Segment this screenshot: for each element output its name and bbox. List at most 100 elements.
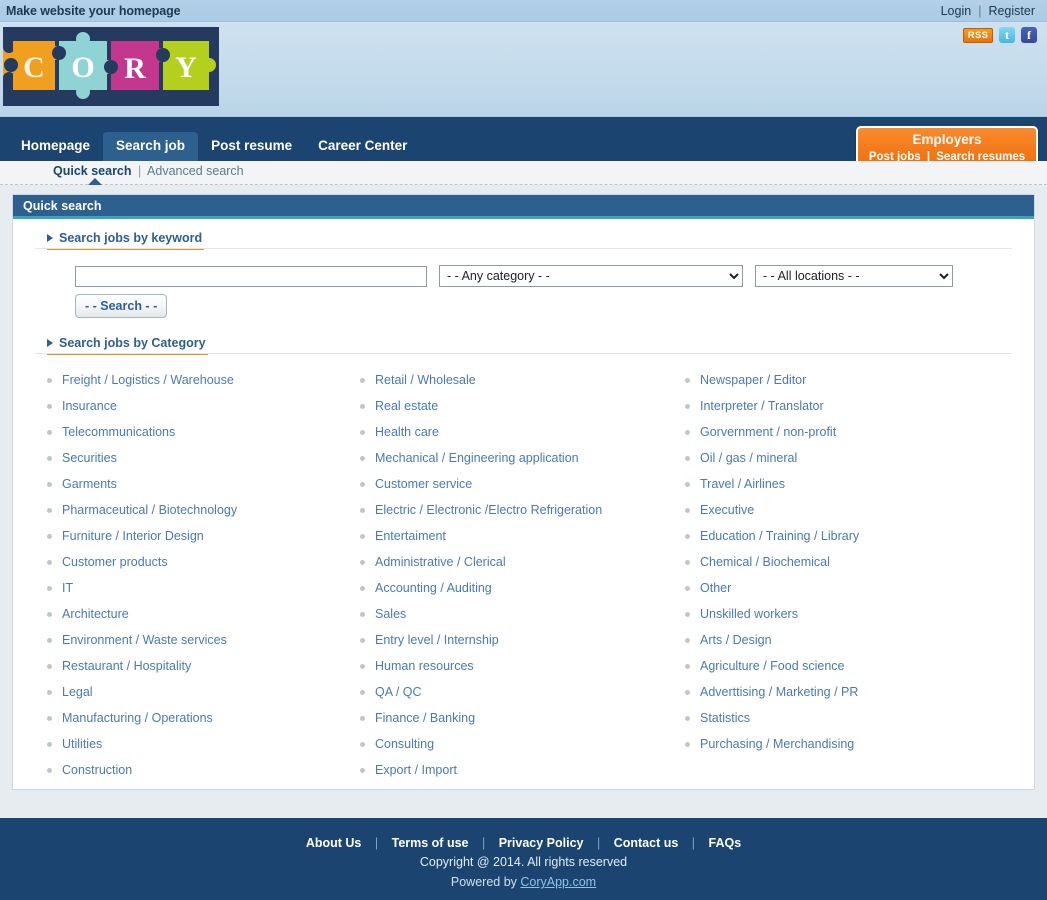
category-link[interactable]: Travel / Airlines — [700, 477, 785, 491]
make-homepage-text[interactable]: Make website your homepage — [6, 4, 181, 18]
category-link[interactable]: Freight / Logistics / Warehouse — [62, 373, 234, 387]
category-link[interactable]: Accounting / Auditing — [375, 581, 492, 595]
category-item[interactable]: Adverttising / Marketing / PR — [685, 679, 1010, 705]
category-item[interactable]: Education / Training / Library — [685, 523, 1010, 549]
twitter-icon[interactable]: t — [999, 27, 1015, 43]
category-item[interactable]: Unskilled workers — [685, 601, 1010, 627]
category-link[interactable]: Unskilled workers — [700, 607, 798, 621]
nav-item-homepage[interactable]: Homepage — [8, 132, 103, 161]
category-item[interactable]: Legal — [47, 679, 360, 705]
category-item[interactable]: Environment / Waste services — [47, 627, 360, 653]
category-link[interactable]: Export / Import — [375, 763, 457, 777]
category-item[interactable]: Customer service — [360, 471, 685, 497]
category-item[interactable]: Architecture — [47, 601, 360, 627]
category-item[interactable]: Entry level / Internship — [360, 627, 685, 653]
category-item[interactable]: Finance / Banking — [360, 705, 685, 731]
category-link[interactable]: Construction — [62, 763, 132, 777]
category-item[interactable]: Sales — [360, 601, 685, 627]
category-item[interactable]: Securities — [47, 445, 360, 471]
site-logo[interactable]: C O R Y — [3, 27, 219, 106]
category-item[interactable]: Executive — [685, 497, 1010, 523]
nav-item-search-job[interactable]: Search job — [103, 132, 198, 161]
category-item[interactable]: Furniture / Interior Design — [47, 523, 360, 549]
nav-item-career-center[interactable]: Career Center — [305, 132, 420, 161]
subnav-advanced-search[interactable]: Advanced search — [147, 164, 244, 178]
category-link[interactable]: Pharmaceutical / Biotechnology — [62, 503, 237, 517]
category-item[interactable]: Real estate — [360, 393, 685, 419]
category-link[interactable]: Real estate — [375, 399, 438, 413]
category-item[interactable]: Accounting / Auditing — [360, 575, 685, 601]
category-link[interactable]: Gorvernment / non-profit — [700, 425, 836, 439]
category-link[interactable]: Legal — [62, 685, 93, 699]
category-link[interactable]: Human resources — [375, 659, 474, 673]
category-item[interactable]: Statistics — [685, 705, 1010, 731]
category-item[interactable]: Oil / gas / mineral — [685, 445, 1010, 471]
category-link[interactable]: Environment / Waste services — [62, 633, 227, 647]
category-link[interactable]: Electric / Electronic /Electro Refrigera… — [375, 503, 602, 517]
category-item[interactable]: Electric / Electronic /Electro Refrigera… — [360, 497, 685, 523]
category-link[interactable]: Purchasing / Merchandising — [700, 737, 854, 751]
category-link[interactable]: Chemical / Biochemical — [700, 555, 830, 569]
location-select[interactable]: - - All locations - - — [755, 265, 953, 287]
category-select[interactable]: - - Any category - - — [439, 265, 743, 287]
footer-link-about-us[interactable]: About Us — [302, 836, 366, 850]
category-link[interactable]: Retail / Wholesale — [375, 373, 476, 387]
category-link[interactable]: Consulting — [375, 737, 434, 751]
category-link[interactable]: IT — [62, 581, 73, 595]
category-item[interactable]: IT — [47, 575, 360, 601]
category-item[interactable]: Travel / Airlines — [685, 471, 1010, 497]
category-item[interactable]: Restaurant / Hospitality — [47, 653, 360, 679]
nav-item-post-resume[interactable]: Post resume — [198, 132, 305, 161]
category-link[interactable]: Adverttising / Marketing / PR — [700, 685, 858, 699]
category-item[interactable]: Human resources — [360, 653, 685, 679]
powered-by-brand-link[interactable]: CoryApp.com — [520, 875, 596, 889]
footer-link-faqs[interactable]: FAQs — [705, 836, 746, 850]
category-item[interactable]: QA / QC — [360, 679, 685, 705]
footer-link-privacy-policy[interactable]: Privacy Policy — [495, 836, 588, 850]
category-item[interactable]: Garments — [47, 471, 360, 497]
category-item[interactable]: Manufacturing / Operations — [47, 705, 360, 731]
category-item[interactable]: Retail / Wholesale — [360, 367, 685, 393]
category-item[interactable]: Construction — [47, 757, 360, 783]
category-link[interactable]: Garments — [62, 477, 117, 491]
category-link[interactable]: Arts / Design — [700, 633, 772, 647]
category-item[interactable]: Health care — [360, 419, 685, 445]
category-link[interactable]: Furniture / Interior Design — [62, 529, 204, 543]
category-item[interactable]: Pharmaceutical / Biotechnology — [47, 497, 360, 523]
category-link[interactable]: Entry level / Internship — [375, 633, 499, 647]
category-item[interactable]: Customer products — [47, 549, 360, 575]
category-item[interactable]: Administrative / Clerical — [360, 549, 685, 575]
category-link[interactable]: QA / QC — [375, 685, 422, 699]
category-item[interactable]: Arts / Design — [685, 627, 1010, 653]
category-link[interactable]: Securities — [62, 451, 117, 465]
category-item[interactable]: Consulting — [360, 731, 685, 757]
category-link[interactable]: Agriculture / Food science — [700, 659, 845, 673]
search-button[interactable]: - - Search - - — [75, 294, 167, 318]
category-link[interactable]: Entertaiment — [375, 529, 446, 543]
facebook-icon[interactable]: f — [1021, 27, 1037, 43]
category-link[interactable]: Customer products — [62, 555, 168, 569]
subnav-quick-search[interactable]: Quick search — [53, 164, 132, 178]
footer-link-terms-of-use[interactable]: Terms of use — [388, 836, 473, 850]
category-item[interactable]: Interpreter / Translator — [685, 393, 1010, 419]
category-link[interactable]: Manufacturing / Operations — [62, 711, 213, 725]
category-item[interactable]: Purchasing / Merchandising — [685, 731, 1010, 757]
category-link[interactable]: Finance / Banking — [375, 711, 475, 725]
category-link[interactable]: Statistics — [700, 711, 750, 725]
category-link[interactable]: Architecture — [62, 607, 129, 621]
category-link[interactable]: Interpreter / Translator — [700, 399, 824, 413]
category-link[interactable]: Executive — [700, 503, 754, 517]
category-item[interactable]: Freight / Logistics / Warehouse — [47, 367, 360, 393]
category-link[interactable]: Oil / gas / mineral — [700, 451, 797, 465]
category-link[interactable]: Customer service — [375, 477, 472, 491]
category-link[interactable]: Administrative / Clerical — [375, 555, 506, 569]
category-link[interactable]: Telecommunications — [62, 425, 175, 439]
category-item[interactable]: Utilities — [47, 731, 360, 757]
footer-link-contact-us[interactable]: Contact us — [610, 836, 683, 850]
login-link[interactable]: Login — [941, 4, 972, 18]
category-link[interactable]: Utilities — [62, 737, 102, 751]
category-item[interactable]: Insurance — [47, 393, 360, 419]
category-item[interactable]: Gorvernment / non-profit — [685, 419, 1010, 445]
category-link[interactable]: Newspaper / Editor — [700, 373, 806, 387]
category-link[interactable]: Sales — [375, 607, 406, 621]
